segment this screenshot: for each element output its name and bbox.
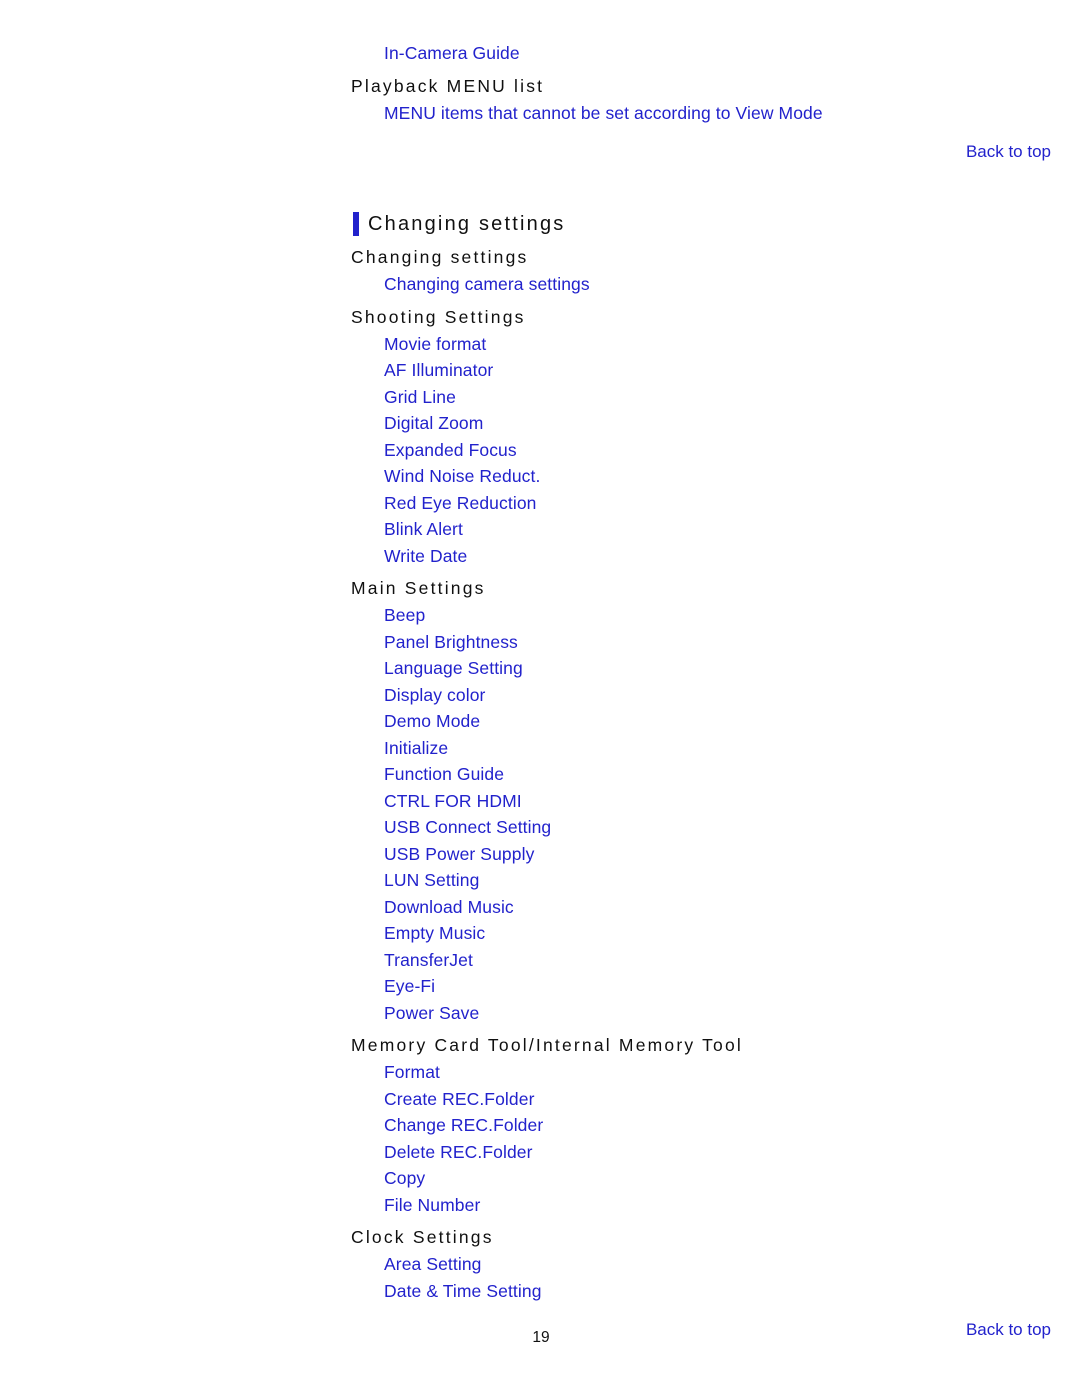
toc-link-usb-power-supply[interactable]: USB Power Supply	[384, 841, 1051, 868]
toc-link-display-color[interactable]: Display color	[384, 682, 1051, 709]
toc-link-digital-zoom[interactable]: Digital Zoom	[384, 410, 1051, 437]
toc-link-movie-format[interactable]: Movie format	[384, 331, 1051, 358]
toc-group-main-settings: Main Settings Beep Panel Brightness Lang…	[351, 575, 1051, 1026]
back-to-top-link[interactable]: Back to top	[966, 140, 1051, 164]
toc-link-wind-noise-reduct[interactable]: Wind Noise Reduct.	[384, 463, 1051, 490]
toc-link-in-camera-guide[interactable]: In-Camera Guide	[384, 40, 1051, 67]
section-title-label: Changing settings	[368, 213, 566, 235]
toc-link-format[interactable]: Format	[384, 1059, 1051, 1086]
toc-link-area-setting[interactable]: Area Setting	[384, 1251, 1051, 1278]
toc-link-date-time-setting[interactable]: Date & Time Setting	[384, 1278, 1051, 1305]
toc-heading-main-settings: Main Settings	[351, 578, 486, 598]
toc-link-transferjet[interactable]: TransferJet	[384, 947, 1051, 974]
toc-link-function-guide[interactable]: Function Guide	[384, 761, 1051, 788]
page-number: 19	[532, 1329, 550, 1346]
toc-link-language-setting[interactable]: Language Setting	[384, 655, 1051, 682]
toc-link-usb-connect-setting[interactable]: USB Connect Setting	[384, 814, 1051, 841]
section-title-changing-settings: Changing settings	[353, 210, 1051, 238]
toc-link-ctrl-for-hdmi[interactable]: CTRL FOR HDMI	[384, 788, 1051, 815]
toc-link-panel-brightness[interactable]: Panel Brightness	[384, 629, 1051, 656]
toc-link-change-rec-folder[interactable]: Change REC.Folder	[384, 1112, 1051, 1139]
toc-group-shooting-settings: Shooting Settings Movie format AF Illumi…	[351, 304, 1051, 570]
back-to-top-row-top: Back to top	[351, 140, 1051, 164]
toc-link-red-eye-reduction[interactable]: Red Eye Reduction	[384, 490, 1051, 517]
accent-bar-icon	[353, 212, 359, 236]
toc-link-delete-rec-folder[interactable]: Delete REC.Folder	[384, 1139, 1051, 1166]
toc-link-grid-line[interactable]: Grid Line	[384, 384, 1051, 411]
toc-link-blink-alert[interactable]: Blink Alert	[384, 516, 1051, 543]
toc-heading-changing-settings: Changing settings	[351, 247, 529, 267]
toc-link-file-number[interactable]: File Number	[384, 1192, 1051, 1219]
toc-link-demo-mode[interactable]: Demo Mode	[384, 708, 1051, 735]
back-to-top-row-bottom: Back to top	[351, 1318, 1051, 1342]
toc-link-initialize[interactable]: Initialize	[384, 735, 1051, 762]
toc-link-create-rec-folder[interactable]: Create REC.Folder	[384, 1086, 1051, 1113]
toc-group-memory-card-tool: Memory Card Tool/Internal Memory Tool Fo…	[351, 1032, 1051, 1218]
document-page: In-Camera Guide Playback MENU list MENU …	[0, 0, 1080, 1397]
toc-group-changing-settings: Changing settings Changing camera settin…	[351, 244, 1051, 298]
toc-link-copy[interactable]: Copy	[384, 1165, 1051, 1192]
toc-link-download-music[interactable]: Download Music	[384, 894, 1051, 921]
toc-link-expanded-focus[interactable]: Expanded Focus	[384, 437, 1051, 464]
top-fragment: In-Camera Guide Playback MENU list MENU …	[351, 40, 1051, 164]
toc-link-empty-music[interactable]: Empty Music	[384, 920, 1051, 947]
toc-content: In-Camera Guide Playback MENU list MENU …	[351, 40, 1051, 1342]
toc-heading-memory-card-tool: Memory Card Tool/Internal Memory Tool	[351, 1035, 743, 1055]
toc-heading-playback-menu-list: Playback MENU list	[351, 75, 545, 96]
toc-heading-clock-settings: Clock Settings	[351, 1227, 494, 1247]
back-to-top-link[interactable]: Back to top	[966, 1318, 1051, 1342]
toc-link-lun-setting[interactable]: LUN Setting	[384, 867, 1051, 894]
toc-link-beep[interactable]: Beep	[384, 602, 1051, 629]
toc-link-power-save[interactable]: Power Save	[384, 1000, 1051, 1027]
toc-heading-shooting-settings: Shooting Settings	[351, 306, 526, 327]
toc-link-changing-camera-settings[interactable]: Changing camera settings	[384, 271, 1051, 298]
toc-group-clock-settings: Clock Settings Area Setting Date & Time …	[351, 1224, 1051, 1304]
toc-link-write-date[interactable]: Write Date	[384, 543, 1051, 570]
toc-link-eye-fi[interactable]: Eye-Fi	[384, 973, 1051, 1000]
toc-link-af-illuminator[interactable]: AF Illuminator	[384, 357, 1051, 384]
toc-link-menu-items-view-mode[interactable]: MENU items that cannot be set according …	[384, 100, 1051, 127]
